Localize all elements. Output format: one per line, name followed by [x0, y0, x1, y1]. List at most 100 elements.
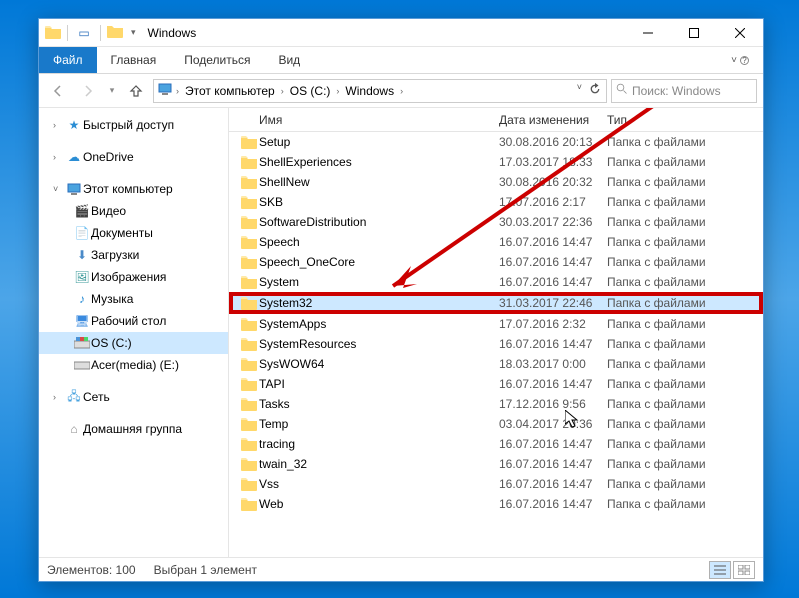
- file-row[interactable]: Web16.07.2016 14:47Папка с файлами: [229, 494, 763, 514]
- video-icon: 🎬: [73, 204, 91, 218]
- sidebar-network[interactable]: ›🖧Сеть: [39, 386, 228, 408]
- tab-share[interactable]: Поделиться: [170, 47, 264, 73]
- minimize-button[interactable]: [625, 19, 671, 47]
- folder-icon: [239, 215, 259, 229]
- chevron-right-icon[interactable]: ›: [398, 86, 405, 96]
- file-date: 30.08.2016 20:13: [499, 135, 607, 149]
- breadcrumb-windows[interactable]: Windows: [343, 84, 396, 98]
- file-name: Web: [259, 497, 499, 511]
- file-row[interactable]: Vss16.07.2016 14:47Папка с файлами: [229, 474, 763, 494]
- tab-home[interactable]: Главная: [97, 47, 171, 73]
- close-button[interactable]: [717, 19, 763, 47]
- file-row[interactable]: ShellNew30.08.2016 20:32Папка с файлами: [229, 172, 763, 192]
- back-button[interactable]: [45, 78, 71, 104]
- file-row[interactable]: Speech16.07.2016 14:47Папка с файлами: [229, 232, 763, 252]
- sidebar-pictures[interactable]: 🖼Изображения: [39, 266, 228, 288]
- file-type: Папка с файлами: [607, 457, 763, 471]
- file-row[interactable]: SystemResources16.07.2016 14:47Папка с ф…: [229, 334, 763, 354]
- sidebar-thispc[interactable]: ˅Этот компьютер: [39, 178, 228, 200]
- up-button[interactable]: [123, 78, 149, 104]
- view-details-button[interactable]: [709, 561, 731, 579]
- maximize-button[interactable]: [671, 19, 717, 47]
- sidebar-documents[interactable]: 📄Документы: [39, 222, 228, 244]
- sidebar-homegroup[interactable]: ⌂Домашняя группа: [39, 418, 228, 440]
- file-row[interactable]: Temp03.04.2017 20:36Папка с файлами: [229, 414, 763, 434]
- chevron-right-icon[interactable]: ›: [279, 86, 286, 96]
- sidebar-quick-access[interactable]: ›★Быстрый доступ: [39, 114, 228, 136]
- sidebar-videos[interactable]: 🎬Видео: [39, 200, 228, 222]
- file-name: ShellNew: [259, 175, 499, 189]
- file-date: 03.04.2017 20:36: [499, 417, 607, 431]
- folder-icon: [239, 457, 259, 471]
- document-icon: 📄: [73, 226, 91, 240]
- file-type: Папка с файлами: [607, 296, 761, 310]
- folder-icon: [239, 155, 259, 169]
- search-input[interactable]: Поиск: Windows: [611, 79, 757, 103]
- column-date[interactable]: Дата изменения: [499, 113, 607, 127]
- file-name: SoftwareDistribution: [259, 215, 499, 229]
- file-type: Папка с файлами: [607, 477, 763, 491]
- file-type: Папка с файлами: [607, 155, 763, 169]
- chevron-right-icon[interactable]: ›: [334, 86, 341, 96]
- file-row[interactable]: SysWOW6418.03.2017 0:00Папка с файлами: [229, 354, 763, 374]
- file-row[interactable]: System16.07.2016 14:47Папка с файлами: [229, 272, 763, 292]
- qat-dropdown-icon[interactable]: ▾: [127, 27, 140, 38]
- qat-properties-icon[interactable]: ▭: [74, 26, 94, 40]
- file-date: 17.07.2016 2:32: [499, 317, 607, 331]
- file-row[interactable]: ShellExperiences17.03.2017 18:33Папка с …: [229, 152, 763, 172]
- file-tab[interactable]: Файл: [39, 47, 97, 73]
- column-type[interactable]: Тип: [607, 113, 763, 127]
- sidebar-music[interactable]: ♪Музыка: [39, 288, 228, 310]
- addr-dropdown-icon[interactable]: ˅: [573, 82, 586, 99]
- address-bar[interactable]: › Этот компьютер › OS (C:) › Windows › ˅: [153, 79, 607, 103]
- file-row[interactable]: System3231.03.2017 22:46Папка с файлами: [229, 292, 763, 314]
- file-type: Папка с файлами: [607, 235, 763, 249]
- file-row[interactable]: SystemApps17.07.2016 2:32Папка с файлами: [229, 314, 763, 334]
- recent-dropdown-icon[interactable]: ▾: [105, 78, 119, 104]
- file-name: SystemApps: [259, 317, 499, 331]
- file-date: 16.07.2016 14:47: [499, 275, 607, 289]
- file-name: SysWOW64: [259, 357, 499, 371]
- sidebar-drive-e[interactable]: Acer(media) (E:): [39, 354, 228, 376]
- column-headers: Имя Дата изменения Тип: [229, 108, 763, 132]
- file-row[interactable]: SoftwareDistribution30.03.2017 22:36Папк…: [229, 212, 763, 232]
- qat-newfolder-icon[interactable]: [107, 24, 123, 41]
- refresh-icon[interactable]: [588, 82, 602, 99]
- file-row[interactable]: Tasks17.12.2016 9:56Папка с файлами: [229, 394, 763, 414]
- chevron-right-icon[interactable]: ›: [174, 86, 181, 96]
- file-row[interactable]: SKB17.07.2016 2:17Папка с файлами: [229, 192, 763, 212]
- file-row[interactable]: TAPI16.07.2016 14:47Папка с файлами: [229, 374, 763, 394]
- file-type: Папка с файлами: [607, 397, 763, 411]
- sidebar-drive-c[interactable]: OS (C:): [39, 332, 228, 354]
- file-type: Папка с файлами: [607, 417, 763, 431]
- content-area: ›★Быстрый доступ ›☁OneDrive ˅Этот компью…: [39, 108, 763, 557]
- file-name: System: [259, 275, 499, 289]
- ribbon-expand-button[interactable]: ˅?: [717, 47, 763, 73]
- sidebar-downloads[interactable]: ⬇Загрузки: [39, 244, 228, 266]
- file-name: tracing: [259, 437, 499, 451]
- file-row[interactable]: twain_3216.07.2016 14:47Папка с файлами: [229, 454, 763, 474]
- sidebar-desktop[interactable]: 🖥Рабочий стол: [39, 310, 228, 332]
- file-row[interactable]: Setup30.08.2016 20:13Папка с файлами: [229, 132, 763, 152]
- breadcrumb-thispc[interactable]: Этот компьютер: [183, 84, 277, 98]
- view-icons-button[interactable]: [733, 561, 755, 579]
- column-name[interactable]: Имя: [259, 113, 499, 127]
- picture-icon: 🖼: [73, 270, 91, 284]
- file-list[interactable]: Setup30.08.2016 20:13Папка с файламиShel…: [229, 132, 763, 557]
- file-type: Папка с файлами: [607, 195, 763, 209]
- file-row[interactable]: Speech_OneCore16.07.2016 14:47Папка с фа…: [229, 252, 763, 272]
- file-type: Папка с файлами: [607, 215, 763, 229]
- file-type: Папка с файлами: [607, 377, 763, 391]
- sidebar-onedrive[interactable]: ›☁OneDrive: [39, 146, 228, 168]
- file-row[interactable]: tracing16.07.2016 14:47Папка с файлами: [229, 434, 763, 454]
- star-icon: ★: [65, 118, 83, 132]
- folder-icon: [239, 275, 259, 289]
- file-date: 17.07.2016 2:17: [499, 195, 607, 209]
- download-icon: ⬇: [73, 248, 91, 262]
- breadcrumb-drive[interactable]: OS (C:): [288, 84, 333, 98]
- forward-button[interactable]: [75, 78, 101, 104]
- ribbon: Файл Главная Поделиться Вид ˅?: [39, 47, 763, 74]
- desktop-icon: 🖥: [73, 314, 91, 328]
- file-type: Папка с файлами: [607, 175, 763, 189]
- tab-view[interactable]: Вид: [264, 47, 314, 73]
